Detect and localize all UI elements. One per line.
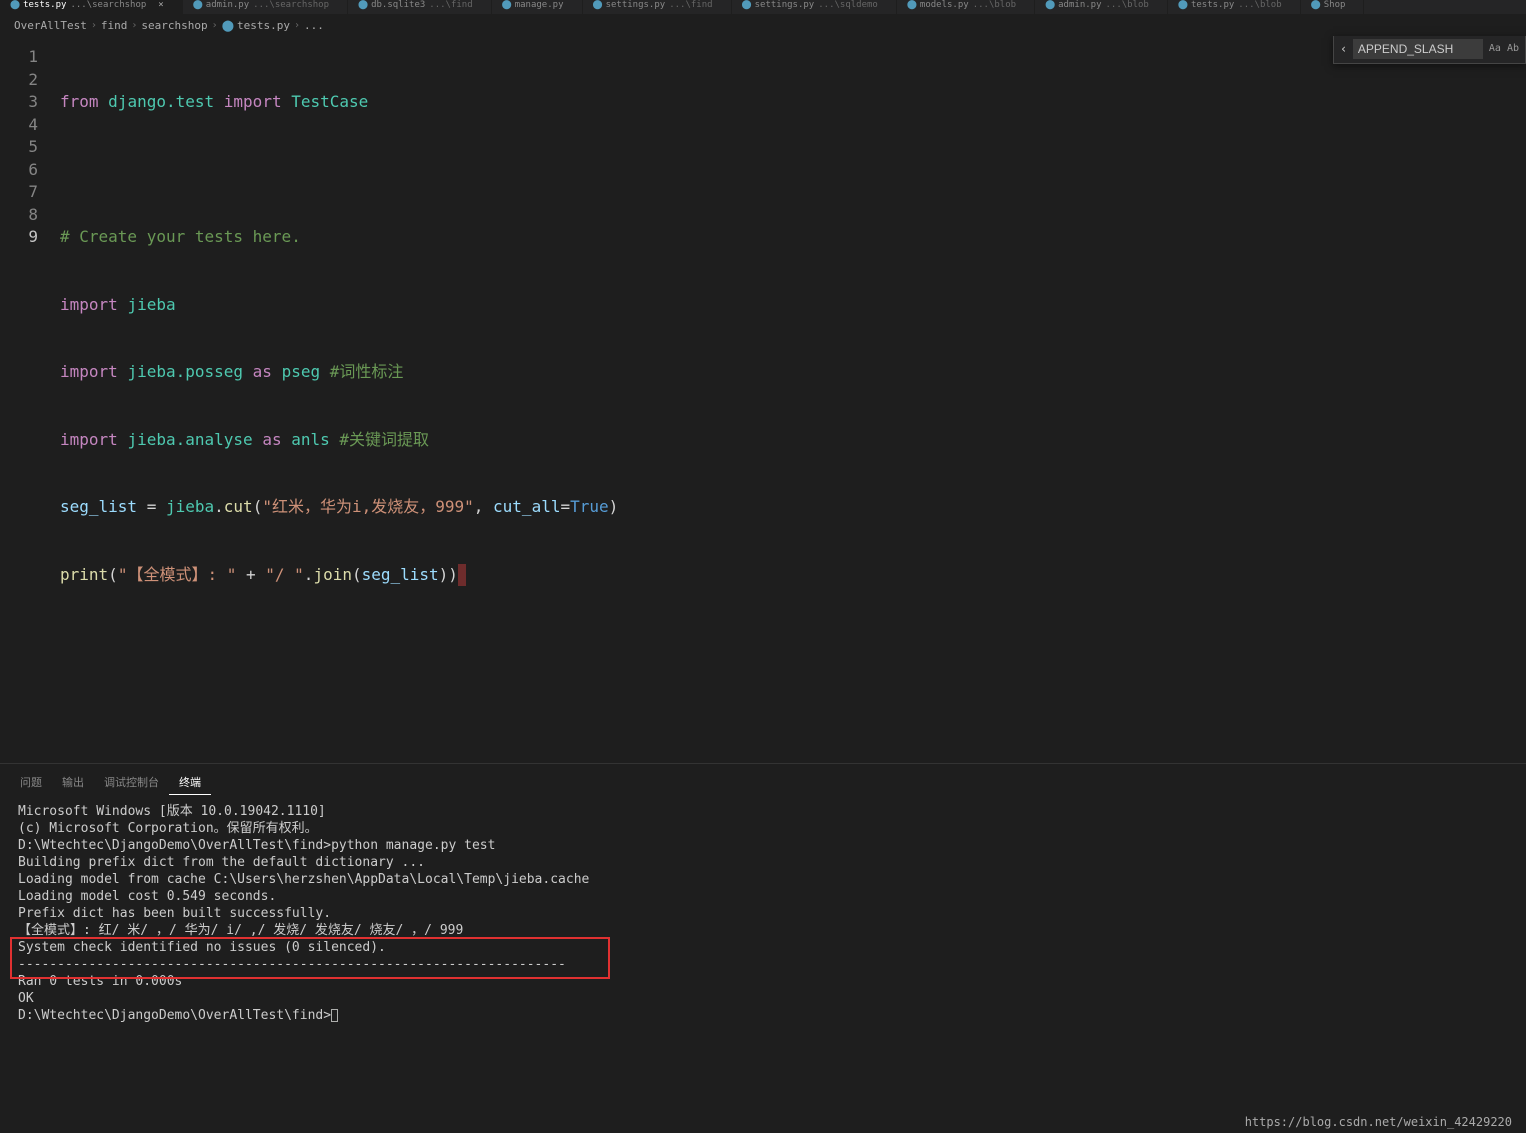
python-file-icon: ⬤: [502, 0, 512, 10]
chevron-right-icon[interactable]: ›: [1340, 38, 1347, 61]
terminal-line: D:\Wtechtec\DjangoDemo\OverAllTest\find>…: [18, 837, 1508, 854]
python-file-icon: ⬤: [193, 0, 203, 10]
breadcrumb-item[interactable]: searchshop: [141, 19, 207, 32]
tab-filename: admin.py: [206, 0, 249, 10]
terminal-line: System check identified no issues (0 sil…: [18, 939, 1508, 956]
panel-tabs: 问题 输出 调试控制台 终端: [0, 764, 1526, 795]
tab-filename: tests.py: [23, 0, 66, 10]
breadcrumb-item[interactable]: tests.py: [237, 19, 290, 32]
tab-settings-find[interactable]: ⬤ settings.py ...\find: [583, 0, 732, 14]
tab-filename: tests.py: [1191, 0, 1234, 10]
python-file-icon: ⬤: [222, 19, 234, 32]
line-number: 3: [0, 91, 38, 114]
tab-path: ...\searchshop: [70, 0, 146, 10]
watermark-text: https://blog.csdn.net/weixin_42429220: [1245, 1115, 1512, 1129]
line-number: 4: [0, 114, 38, 137]
tab-filename: Shop: [1324, 0, 1346, 10]
find-input[interactable]: [1353, 39, 1483, 59]
line-number: 7: [0, 181, 38, 204]
editor-tabs-bar: ⬤ tests.py ...\searchshop × ⬤ admin.py .…: [0, 0, 1526, 14]
tab-filename: settings.py: [755, 0, 815, 10]
terminal-line: OK: [18, 990, 1508, 1007]
python-file-icon: ⬤: [593, 0, 603, 10]
line-number: 9: [0, 226, 38, 249]
terminal-line: 【全模式】: 红/ 米/ ，/ 华为/ i/ ,/ 发烧/ 发烧友/ 烧友/ ，…: [18, 922, 1508, 939]
terminal-line: Loading model cost 0.549 seconds.: [18, 888, 1508, 905]
tab-path: ...\sqldemo: [818, 0, 878, 10]
python-file-icon: ⬤: [10, 0, 20, 10]
tab-filename: models.py: [920, 0, 969, 10]
tab-path: ...\blob: [1238, 0, 1281, 10]
python-file-icon: ⬤: [1178, 0, 1188, 10]
tab-path: ...\searchshop: [253, 0, 329, 10]
code-content[interactable]: from django.test import TestCase # Creat…: [60, 36, 1526, 763]
tab-path: ...\blob: [1106, 0, 1149, 10]
tab-settings-sqldemo[interactable]: ⬤ settings.py ...\sqldemo: [732, 0, 897, 14]
terminal-line: Microsoft Windows [版本 10.0.19042.1110]: [18, 803, 1508, 820]
tab-filename: settings.py: [606, 0, 666, 10]
database-file-icon: ⬤: [358, 0, 368, 10]
panel-tab-problems[interactable]: 问题: [10, 770, 52, 795]
panel-tab-debug[interactable]: 调试控制台: [94, 770, 169, 795]
tab-tests-blob[interactable]: ⬤ tests.py ...\blob: [1168, 0, 1301, 14]
chevron-right-icon: ›: [294, 20, 300, 31]
breadcrumb-item[interactable]: ...: [304, 19, 324, 32]
python-file-icon: ⬤: [742, 0, 752, 10]
match-case-toggle[interactable]: Aa: [1489, 38, 1501, 61]
line-number: 6: [0, 159, 38, 182]
tab-models-blob[interactable]: ⬤ models.py ...\blob: [897, 0, 1035, 14]
breadcrumb-item[interactable]: OverAllTest: [14, 19, 87, 32]
tab-path: ...\find: [669, 0, 712, 10]
tab-admin-blob[interactable]: ⬤ admin.py ...\blob: [1035, 0, 1168, 14]
tab-filename: db.sqlite3: [371, 0, 425, 10]
whole-word-toggle[interactable]: Ab: [1507, 38, 1519, 61]
line-number: 2: [0, 69, 38, 92]
terminal-line: ----------------------------------------…: [18, 956, 1508, 973]
line-number: 8: [0, 204, 38, 227]
terminal[interactable]: Microsoft Windows [版本 10.0.19042.1110] (…: [0, 795, 1526, 1133]
tab-path: ...\blob: [973, 0, 1016, 10]
tab-db-sqlite[interactable]: ⬤ db.sqlite3 ...\find: [348, 0, 492, 14]
chevron-right-icon: ›: [131, 20, 137, 31]
panel-tab-output[interactable]: 输出: [52, 770, 94, 795]
tab-admin-searchshop[interactable]: ⬤ admin.py ...\searchshop: [183, 0, 348, 14]
terminal-prompt: D:\Wtechtec\DjangoDemo\OverAllTest\find>: [18, 1007, 1508, 1024]
python-file-icon: ⬤: [1311, 0, 1321, 10]
find-widget[interactable]: › Aa Ab: [1333, 36, 1526, 64]
python-file-icon: ⬤: [1045, 0, 1055, 10]
bottom-panel: 问题 输出 调试控制台 终端 Microsoft Windows [版本 10.…: [0, 763, 1526, 1133]
chevron-right-icon: ›: [212, 20, 218, 31]
terminal-line: (c) Microsoft Corporation。保留所有权利。: [18, 820, 1508, 837]
tab-path: ...\find: [429, 0, 472, 10]
close-icon[interactable]: ×: [158, 0, 163, 10]
terminal-cursor: [331, 1009, 338, 1022]
terminal-line: Building prefix dict from the default di…: [18, 854, 1508, 871]
panel-tab-terminal[interactable]: 终端: [169, 770, 211, 795]
tab-filename: manage.py: [515, 0, 564, 10]
code-editor[interactable]: 1 2 3 4 5 6 7 8 9 from django.test impor…: [0, 36, 1526, 763]
line-number: 1: [0, 46, 38, 69]
terminal-line: Prefix dict has been built successfully.: [18, 905, 1508, 922]
line-number-gutter: 1 2 3 4 5 6 7 8 9: [0, 36, 60, 763]
breadcrumb[interactable]: OverAllTest › find › searchshop › ⬤ test…: [0, 14, 1526, 36]
cursor-block: [458, 564, 466, 587]
tab-manage[interactable]: ⬤ manage.py: [492, 0, 583, 14]
terminal-line: Loading model from cache C:\Users\herzsh…: [18, 871, 1508, 888]
terminal-line: Ran 0 tests in 0.000s: [18, 973, 1508, 990]
line-number: 5: [0, 136, 38, 159]
tab-shop[interactable]: ⬤ Shop: [1301, 0, 1365, 14]
tab-filename: admin.py: [1058, 0, 1101, 10]
python-file-icon: ⬤: [907, 0, 917, 10]
tab-tests-searchshop[interactable]: ⬤ tests.py ...\searchshop ×: [0, 0, 183, 14]
breadcrumb-item[interactable]: find: [101, 19, 128, 32]
chevron-right-icon: ›: [91, 20, 97, 31]
